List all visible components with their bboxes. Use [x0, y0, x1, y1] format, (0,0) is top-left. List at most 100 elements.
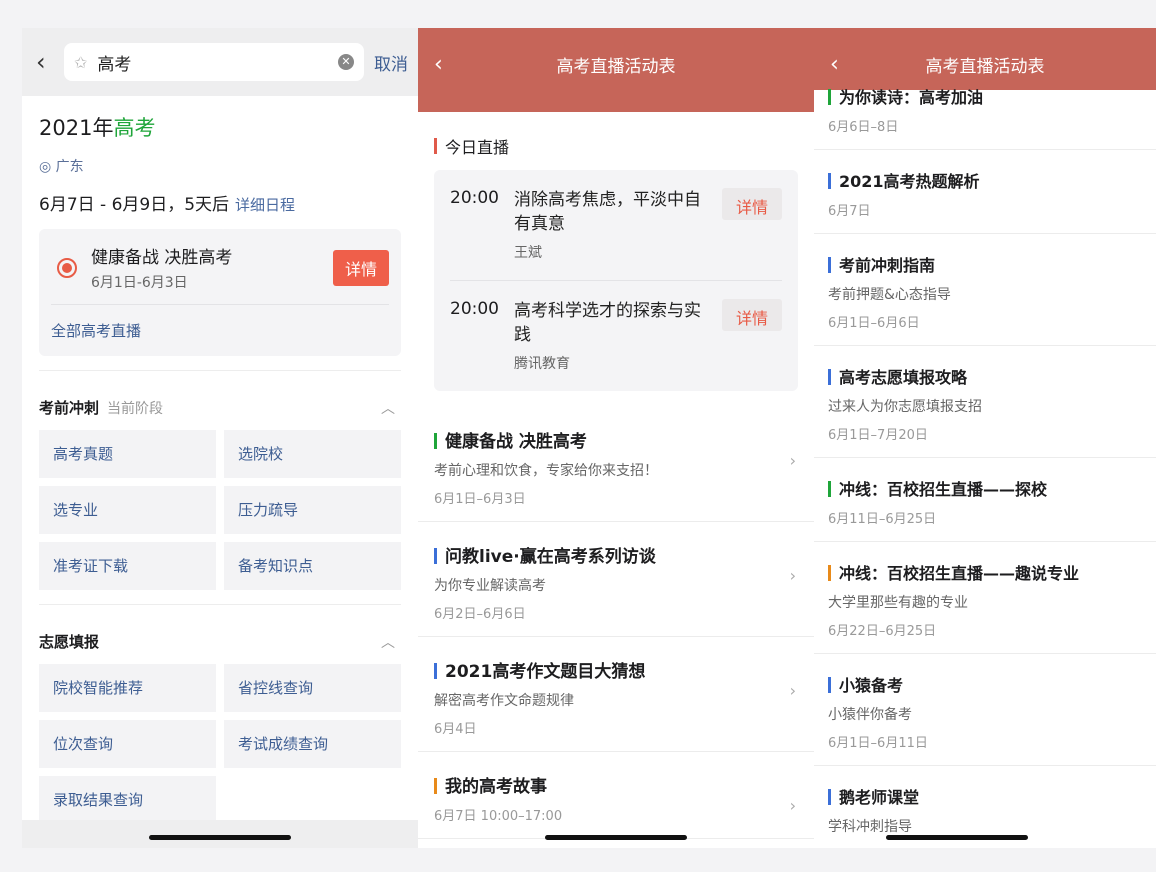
- list-item[interactable]: 我的高考故事 6月7日 10:00–17:00 ›: [418, 752, 814, 839]
- accent-bar: [828, 789, 831, 805]
- home-indicator[interactable]: [886, 835, 1028, 840]
- sprint-grid: 高考真题 选院校 选专业 压力疏导 准考证下载 备考知识点: [39, 430, 401, 590]
- accent-bar: [434, 433, 437, 449]
- item-subtitle: 过来人为你志愿填报支招: [828, 399, 982, 415]
- item-title: 我的高考故事: [434, 772, 798, 797]
- item-title: 冲线：百校招生直播——探校: [828, 476, 1142, 500]
- item-date: 6月11日–6月25日: [828, 512, 937, 527]
- live-title: 消除高考焦虑，平淡中自有真意: [514, 190, 701, 234]
- home-indicator[interactable]: [149, 835, 291, 840]
- list-item[interactable]: 2021高考热题解析 6月7日: [814, 150, 1156, 234]
- chevron-up-icon[interactable]: ︿: [381, 632, 395, 652]
- details-button[interactable]: 详情: [332, 249, 389, 286]
- item-date: 6月1日–6月6日: [828, 316, 920, 331]
- live-card: 健康备战 决胜高考 6月1日-6月3日 详情 全部高考直播: [39, 229, 401, 356]
- grid-item[interactable]: 选院校: [224, 430, 401, 478]
- chevron-right-icon: ›: [789, 681, 796, 700]
- item-date: 6月2日–6月6日: [434, 607, 526, 622]
- location-pin-icon: ◎: [39, 159, 52, 175]
- live-indicator-icon: [57, 257, 77, 278]
- title-highlight: 高考: [113, 116, 156, 140]
- list-item[interactable]: 冲线：百校招生直播——趣说专业 大学里那些有趣的专业 6月22日–6月25日: [814, 542, 1156, 654]
- grid-item[interactable]: 院校智能推荐: [39, 664, 216, 712]
- item-subtitle: 解密高考作文命题规律: [434, 693, 574, 709]
- list-item[interactable]: 冲线：百校招生直播——探校 6月11日–6月25日: [814, 458, 1156, 542]
- clear-icon[interactable]: ✕: [338, 54, 354, 70]
- item-date: 6月4日: [434, 722, 477, 737]
- list-item[interactable]: 问教live·赢在高考系列访谈 为你专业解读高考 6月2日–6月6日 ›: [418, 522, 814, 637]
- live-card-title: 健康备战 决胜高考: [91, 248, 233, 268]
- list-item[interactable]: 小猿备考 小猿伴你备考 6月1日–6月11日: [814, 654, 1156, 766]
- schedule-link[interactable]: 详细日程: [235, 196, 295, 214]
- cancel-button[interactable]: 取消: [374, 50, 408, 75]
- list-item[interactable]: 为你读诗：高考加油 6月6日–8日: [814, 66, 1156, 150]
- item-title: 健康备战 决胜高考: [434, 427, 798, 452]
- list-item[interactable]: 2021高考作文题目大猜想 解密高考作文命题规律 6月4日 ›: [418, 637, 814, 752]
- search-input[interactable]: ✩ 高考 ✕: [64, 43, 364, 81]
- details-button[interactable]: 详情: [721, 188, 782, 220]
- item-title: 考前冲刺指南: [828, 252, 1142, 276]
- item-title-text: 冲线：百校招生直播——探校: [839, 480, 1048, 499]
- grid-item[interactable]: 位次查询: [39, 720, 216, 768]
- grid-item[interactable]: 考试成绩查询: [224, 720, 401, 768]
- item-title-text: 小猿备考: [839, 676, 904, 695]
- exam-dates: 6月7日 - 6月9日，5天后 详细日程: [39, 190, 401, 215]
- chevron-up-icon[interactable]: ︿: [381, 398, 395, 418]
- item-title-text: 鹅老师课堂: [839, 788, 920, 807]
- grid-item[interactable]: 备考知识点: [224, 542, 401, 590]
- grid-item[interactable]: 录取结果查询: [39, 776, 216, 824]
- home-indicator[interactable]: [545, 835, 687, 840]
- list-item[interactable]: 考前冲刺指南 考前押题&心态指导 6月1日–6月6日: [814, 234, 1156, 346]
- page-title: 2021年高考: [39, 112, 401, 142]
- live-schedule-screen: ‹ 高考直播活动表 今日直播 20:00 消除高考焦虑，平淡中自有真意 王斌 详…: [418, 28, 814, 848]
- item-title-text: 考前冲刺指南: [839, 256, 936, 275]
- location-text: 广东: [55, 159, 84, 175]
- back-icon[interactable]: ‹: [36, 48, 64, 76]
- grid-item[interactable]: 选专业: [39, 486, 216, 534]
- item-title-text: 2021高考热题解析: [839, 172, 980, 191]
- item-date: 6月1日–6月11日: [828, 736, 928, 751]
- accent-bar: [434, 778, 437, 794]
- live-item[interactable]: 20:00 消除高考焦虑，平淡中自有真意 王斌 详情: [450, 170, 782, 281]
- live-title: 高考科学选才的探索与实践: [514, 301, 701, 345]
- list-item[interactable]: 健康备战 决胜高考 考前心理和饮食，专家给你来支招！ 6月1日–6月3日 ›: [418, 407, 814, 522]
- all-live-link[interactable]: 全部高考直播: [51, 305, 389, 356]
- activity-list: 为你读诗：高考加油 6月6日–8日 2021高考热题解析 6月7日考前冲刺指南 考前押题…: [814, 66, 1156, 848]
- grid-item[interactable]: 高考真题: [39, 430, 216, 478]
- chevron-right-icon: ›: [789, 796, 796, 815]
- item-date: 6月7日: [828, 204, 871, 219]
- header-title: 高考直播活动表: [556, 57, 676, 77]
- item-title-text: 为你读诗：高考加油: [839, 88, 984, 107]
- item-subtitle: 考前押题&心态指导: [828, 287, 951, 303]
- accent-bar: [828, 369, 831, 385]
- item-subtitle: 为你专业解读高考: [434, 578, 546, 594]
- accent-bar: [828, 481, 831, 497]
- search-query[interactable]: 高考: [97, 50, 338, 75]
- item-date: 6月6日–8日: [828, 120, 899, 135]
- search-results-screen: ‹ ✩ 高考 ✕ 取消 2021年高考 ◎ 广东 6月7日 - 6月9日，5天后…: [22, 28, 418, 848]
- live-time: 20:00: [450, 299, 499, 319]
- live-host: 王斌: [514, 245, 542, 261]
- grid-item[interactable]: 压力疏导: [224, 486, 401, 534]
- today-heading: 今日直播: [418, 112, 814, 170]
- item-date: 6月1日–6月3日: [434, 492, 526, 507]
- section-header-sprint[interactable]: 考前冲刺 当前阶段 ︿: [39, 370, 401, 426]
- item-title-text: 健康备战 决胜高考: [445, 432, 587, 452]
- list-item[interactable]: 高考志愿填报攻略 过来人为你志愿填报支招 6月1日–7月20日: [814, 346, 1156, 458]
- section-title: 志愿填报: [39, 633, 100, 651]
- item-subtitle: 学科冲刺指导: [828, 819, 912, 835]
- location: ◎ 广东: [39, 156, 401, 176]
- search-bar-area: ‹ ✩ 高考 ✕ 取消: [22, 28, 418, 96]
- details-button[interactable]: 详情: [721, 299, 782, 331]
- grid-item[interactable]: 准考证下载: [39, 542, 216, 590]
- star-icon: ✩: [74, 52, 88, 72]
- application-grid: 院校智能推荐 省控线查询 位次查询 考试成绩查询 录取结果查询: [39, 664, 401, 824]
- grid-item[interactable]: 省控线查询: [224, 664, 401, 712]
- section-title: 考前冲刺: [39, 399, 100, 417]
- item-title: 2021高考热题解析: [828, 168, 1142, 192]
- today-live-list: 20:00 消除高考焦虑，平淡中自有真意 王斌 详情 20:00 高考科学选才的…: [434, 170, 798, 391]
- date-range: 6月7日 - 6月9日，5天后: [39, 195, 230, 215]
- bottom-area: [22, 820, 418, 848]
- section-header-application[interactable]: 志愿填报 ︿: [39, 604, 401, 660]
- live-item[interactable]: 20:00 高考科学选才的探索与实践 腾讯教育 详情: [450, 281, 782, 391]
